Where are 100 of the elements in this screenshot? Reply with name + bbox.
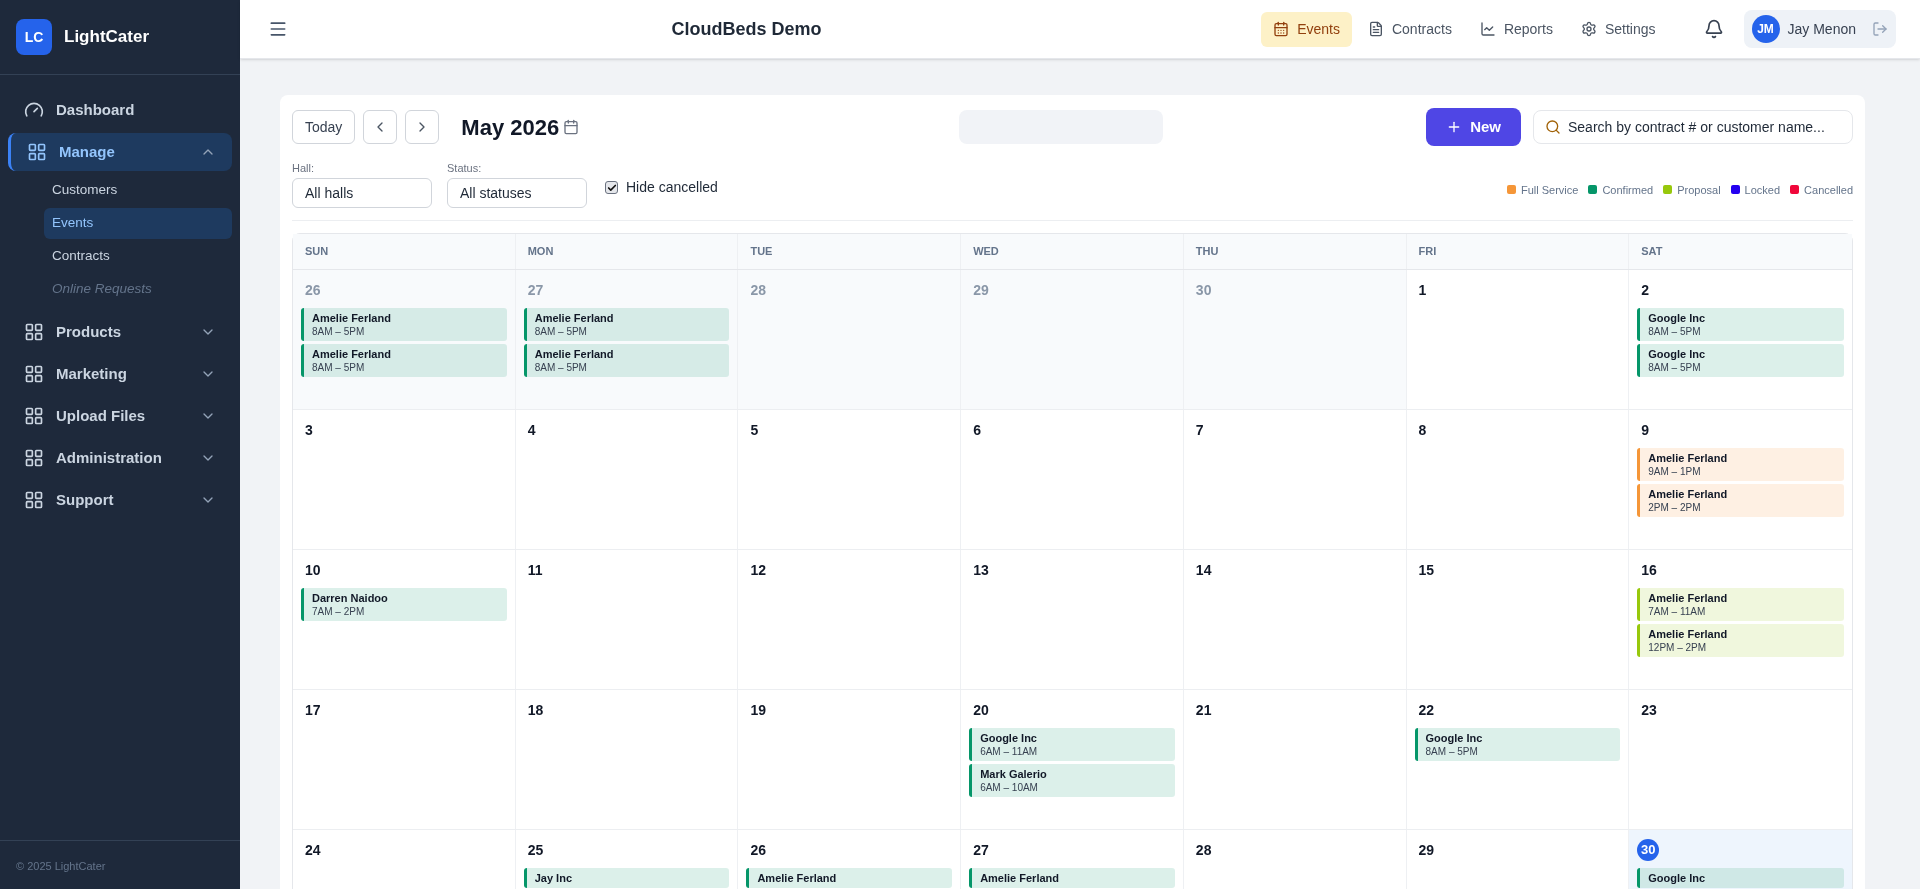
day-number: 13 xyxy=(973,560,989,580)
day-number: 15 xyxy=(1418,560,1435,580)
event-chip[interactable]: Amelie Ferland 8AM – 5PM xyxy=(301,344,507,377)
submenu-item[interactable]: Customers xyxy=(44,175,232,206)
nav-tab[interactable]: Events xyxy=(1261,11,1352,47)
event-name: Google Inc xyxy=(1425,731,1484,745)
event-chip[interactable]: Darren Naidoo 7AM – 2PM xyxy=(301,588,507,621)
sidebar-item[interactable]: Administration xyxy=(8,439,232,477)
weekday-header: SUN xyxy=(305,244,329,260)
checkbox[interactable] xyxy=(605,181,618,194)
event-time: 7AM – 2PM xyxy=(312,605,366,618)
day-number: 12 xyxy=(750,560,766,580)
event-chip[interactable]: Amelie Ferland 8AM – 5PM xyxy=(301,308,507,341)
search-field[interactable]: Search by contract # or customer name... xyxy=(1533,110,1853,144)
checkmark-icon xyxy=(606,182,617,193)
nav-tab[interactable]: Settings xyxy=(1568,11,1668,47)
today-button[interactable]: Today xyxy=(292,110,356,144)
grid-icon xyxy=(24,448,44,468)
grid-icon xyxy=(27,142,47,162)
event-chip[interactable]: Amelie Ferland 12PM – 2PM xyxy=(1637,624,1844,657)
sidebar-item[interactable]: Dashboard xyxy=(8,91,232,129)
day-number: 6 xyxy=(973,420,981,440)
day-number: 30 xyxy=(1637,839,1660,861)
weekday-header: WED xyxy=(973,244,999,260)
event-name: Mark Galerio xyxy=(980,767,1048,781)
day-number: 28 xyxy=(1195,840,1212,860)
event-chip[interactable]: Amelie Ferland 7AM – 11AM xyxy=(1637,588,1844,621)
legend-label: Locked xyxy=(1744,182,1781,198)
event-chip[interactable]: Google Inc 6AM – 11AM xyxy=(969,728,1175,761)
day-number: 26 xyxy=(750,840,766,860)
day-number: 20 xyxy=(973,700,989,720)
new-button[interactable]: New xyxy=(1426,108,1521,146)
nav-tab[interactable]: Contracts xyxy=(1355,11,1464,47)
event-chip[interactable]: Amelie Ferland 2PM – 2PM xyxy=(1637,484,1844,517)
line-chart-icon xyxy=(1479,21,1496,37)
event-name: Amelie Ferland xyxy=(1648,451,1729,465)
event-chip[interactable]: Mark Galerio 6AM – 10AM xyxy=(969,764,1175,797)
weekday-header: SAT xyxy=(1641,244,1663,260)
event-name: Amelie Ferland xyxy=(1648,627,1729,641)
day-cell[interactable]: 27 Amelie Ferland 8AM – 5PM Amelie Ferland 8AM – 5PM xyxy=(515,270,739,409)
day-number: 7 xyxy=(1195,420,1204,440)
submenu-item[interactable]: Contracts xyxy=(44,241,232,272)
legend-label: Cancelled xyxy=(1804,182,1853,198)
event-time: 2PM – 2PM xyxy=(1648,501,1702,514)
event-chip[interactable]: Google Inc xyxy=(1637,868,1844,888)
field-label: Status: xyxy=(447,160,483,176)
event-time: 6AM – 11AM xyxy=(980,745,1039,758)
sidebar-item[interactable]: Upload Files xyxy=(8,397,232,435)
day-number: 21 xyxy=(1195,700,1212,720)
event-name: Amelie Ferland xyxy=(1648,487,1729,501)
event-chip[interactable]: Google Inc 8AM – 5PM xyxy=(1637,344,1844,377)
day-number: 11 xyxy=(527,560,543,580)
event-time: 8AM – 5PM xyxy=(312,325,366,338)
event-name: Google Inc xyxy=(1648,311,1707,325)
sidebar-item[interactable]: Marketing xyxy=(8,355,232,393)
event-name: Amelie Ferland xyxy=(534,311,615,325)
day-number: 1 xyxy=(1418,280,1427,300)
search-icon xyxy=(1545,119,1561,135)
day-number: 2 xyxy=(1641,280,1650,300)
day-number: 27 xyxy=(527,280,544,300)
calendar-icon xyxy=(1273,21,1290,37)
calendar-icon[interactable] xyxy=(563,119,580,135)
hall-select[interactable]: All halls xyxy=(292,178,432,208)
day-number: 26 xyxy=(305,280,321,300)
event-chip[interactable]: Amelie Ferland xyxy=(969,868,1175,888)
event-time: 9AM – 1PM xyxy=(1648,465,1702,478)
event-chip[interactable]: Jay Inc xyxy=(523,868,730,888)
day-number: 29 xyxy=(1418,840,1435,860)
day-number: 8 xyxy=(1418,420,1427,440)
event-chip[interactable]: Google Inc 8AM – 5PM xyxy=(1414,728,1621,761)
event-chip[interactable]: Amelie Ferland xyxy=(746,868,953,888)
month-heading: May 2026 xyxy=(461,113,560,142)
submenu-item[interactable]: Events xyxy=(44,208,232,239)
legend-label: Proposal xyxy=(1677,182,1721,198)
brand-name: LightCater xyxy=(64,26,149,49)
event-time: 12PM – 2PM xyxy=(1648,641,1708,654)
settings-icon xyxy=(1580,21,1597,37)
status-select[interactable]: All statuses xyxy=(447,178,587,208)
user-chip[interactable]: JM Jay Menon xyxy=(1743,10,1896,48)
event-time: 8AM – 5PM xyxy=(534,361,588,374)
nav-tab[interactable]: Reports xyxy=(1467,11,1565,47)
event-name: Amelie Ferland xyxy=(1648,591,1729,605)
event-name: Darren Naidoo xyxy=(312,591,389,605)
day-number: 24 xyxy=(305,840,321,860)
sidebar-item[interactable]: Manage xyxy=(8,133,232,171)
event-time: 8AM – 5PM xyxy=(534,325,588,338)
event-chip[interactable]: Amelie Ferland 8AM – 5PM xyxy=(523,344,730,377)
event-chip[interactable]: Amelie Ferland 8AM – 5PM xyxy=(523,308,730,341)
day-number: 27 xyxy=(973,840,989,860)
event-name: Google Inc xyxy=(1648,347,1707,361)
event-chip[interactable]: Google Inc 8AM – 5PM xyxy=(1637,308,1844,341)
day-cell[interactable]: 30 Google Inc xyxy=(1629,830,1852,889)
event-time: 8AM – 5PM xyxy=(312,361,366,374)
event-chip[interactable]: Amelie Ferland 9AM – 1PM xyxy=(1637,448,1844,481)
sidebar-item[interactable]: Support xyxy=(8,481,232,519)
day-cell[interactable]: 26 Amelie Ferland 8AM – 5PM Amelie Ferland 8AM – 5PM xyxy=(293,270,516,409)
sidebar-item[interactable]: Products xyxy=(8,313,232,351)
copyright-text: © 2025 LightCater xyxy=(16,860,106,872)
event-name: Google Inc xyxy=(1648,871,1707,885)
event-name: Google Inc xyxy=(980,731,1038,745)
